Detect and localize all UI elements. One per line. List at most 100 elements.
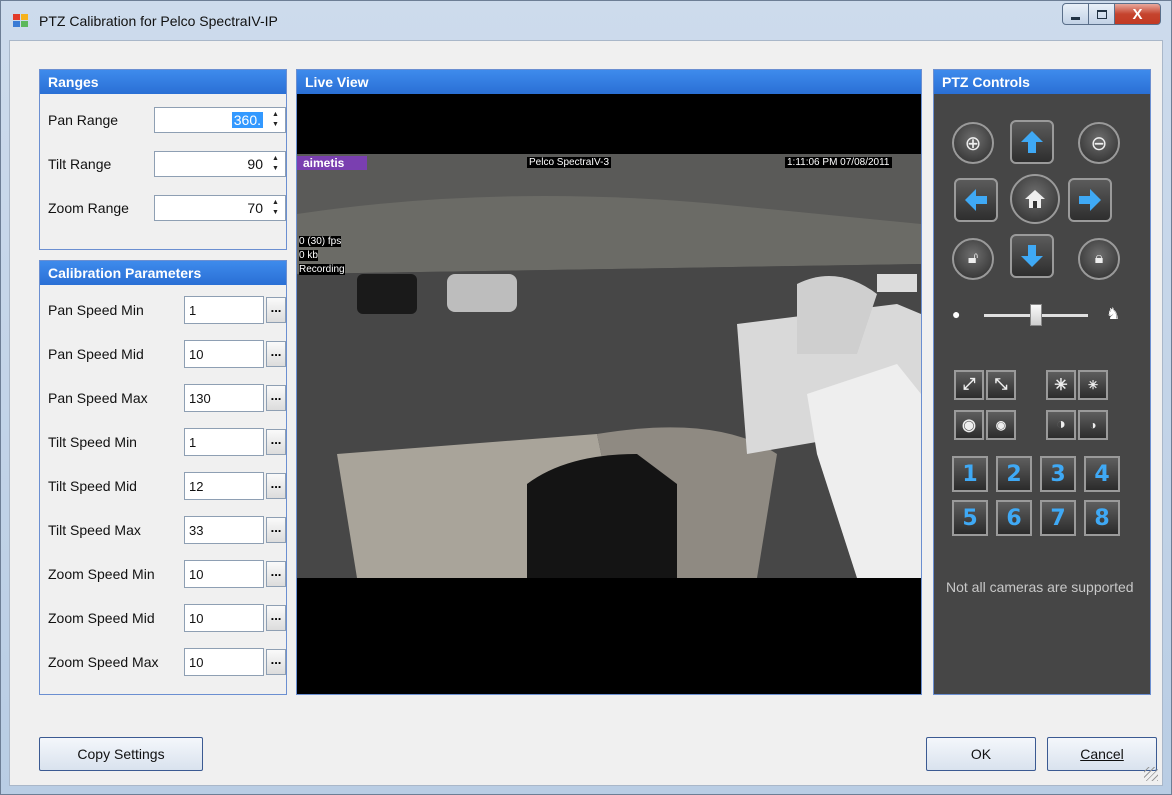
focus-near-button[interactable]: ⤡ — [986, 370, 1016, 400]
ptz-support-note: Not all cameras are supported — [946, 579, 1134, 595]
spin-down-icon[interactable]: ▼ — [268, 164, 283, 174]
pan-left-button[interactable] — [954, 178, 998, 222]
aperture-large-icon: ◉ — [962, 417, 976, 434]
pan-range-spinner[interactable]: 360. ▲ ▼ — [154, 107, 286, 133]
zoom-in-button[interactable]: ⊕ — [952, 122, 994, 164]
zoom-range-spinner[interactable]: 70 ▲ ▼ — [154, 195, 286, 221]
spin-up-icon[interactable]: ▲ — [268, 110, 283, 120]
calibration-label: Pan Speed Min — [48, 302, 144, 318]
tilt-up-button[interactable] — [1010, 120, 1054, 164]
calibration-value-input[interactable]: 12 — [184, 472, 264, 500]
home-icon — [1025, 190, 1045, 208]
ok-label: OK — [970, 746, 992, 762]
calibration-value-input[interactable]: 10 — [184, 560, 264, 588]
calibration-row: Zoom Speed Max 10... — [48, 648, 286, 676]
preset-button[interactable]: 3 — [1040, 456, 1076, 492]
browse-button[interactable]: ... — [266, 429, 286, 455]
preset-button[interactable]: 1 — [952, 456, 988, 492]
calibration-field: 10... — [184, 560, 286, 588]
calibration-value-input[interactable]: 33 — [184, 516, 264, 544]
home-button[interactable] — [1010, 174, 1060, 224]
calibration-field: 33... — [184, 516, 286, 544]
preset-button[interactable]: 8 — [1084, 500, 1120, 536]
copy-settings-button[interactable]: Copy Settings — [39, 737, 203, 771]
cancel-button[interactable]: Cancel — [1047, 737, 1157, 771]
arrow-left-icon — [965, 189, 987, 211]
tilt-down-button[interactable] — [1010, 234, 1054, 278]
zoom-out-icon: ⊖ — [1090, 132, 1108, 155]
calibration-label: Pan Speed Max — [48, 390, 148, 406]
bright-down-button[interactable]: ✳ — [1078, 370, 1108, 400]
spin-up-icon[interactable]: ▲ — [268, 198, 283, 208]
speed-slider[interactable]: ● ♞ — [948, 298, 1134, 334]
bright-up-button[interactable]: ✳ — [1046, 370, 1076, 400]
pan-range-label: Pan Range — [48, 112, 119, 128]
preset-button[interactable]: 2 — [996, 456, 1032, 492]
calibration-value-input[interactable]: 10 — [184, 340, 264, 368]
iris-open-button[interactable]: 🔓︎ — [952, 238, 994, 280]
calibration-value-input[interactable]: 10 — [184, 648, 264, 676]
preset-button[interactable]: 4 — [1084, 456, 1120, 492]
ptz-controls-header: PTZ Controls — [934, 70, 1150, 94]
spin-down-icon[interactable]: ▼ — [268, 120, 283, 130]
maximize-icon — [1096, 9, 1107, 19]
zoom-out-button[interactable]: ⊖ — [1078, 122, 1120, 164]
calibration-label: Zoom Speed Mid — [48, 610, 155, 626]
calibration-row: Pan Speed Mid 10... — [48, 340, 286, 368]
calibration-value-input[interactable]: 10 — [184, 604, 264, 632]
browse-button[interactable]: ... — [266, 297, 286, 323]
browse-button[interactable]: ... — [266, 649, 286, 675]
browse-button[interactable]: ... — [266, 605, 286, 631]
tilt-range-spinner[interactable]: 90 ▲ ▼ — [154, 151, 286, 177]
resize-grip[interactable] — [1144, 767, 1158, 781]
pan-right-button[interactable] — [1068, 178, 1112, 222]
calibration-row: Tilt Speed Mid 12... — [48, 472, 286, 500]
calibration-value-input[interactable]: 130 — [184, 384, 264, 412]
camera-scene — [297, 154, 921, 578]
contrast-large-icon: ◑ — [1056, 416, 1066, 433]
overlay-fps: 0 (30) fps — [299, 236, 342, 247]
ranges-header: Ranges — [40, 70, 286, 94]
focus-far-button[interactable]: ⤢ — [954, 370, 984, 400]
browse-button[interactable]: ... — [266, 341, 286, 367]
aperture-small-icon: ◉ — [995, 418, 1007, 432]
minimize-icon — [1071, 16, 1080, 20]
browse-button[interactable]: ... — [266, 473, 286, 499]
spin-up-icon[interactable]: ▲ — [268, 154, 283, 164]
preset-button[interactable]: 5 — [952, 500, 988, 536]
overlay-size: 0 kb — [299, 250, 318, 261]
zoom-in-icon: ⊕ — [964, 132, 982, 155]
browse-button[interactable]: ... — [266, 385, 286, 411]
app-icon — [13, 14, 29, 28]
calibration-field: 1... — [184, 296, 286, 324]
speed-slider-thumb[interactable] — [1030, 304, 1042, 326]
calibration-field: 10... — [184, 648, 286, 676]
tilt-range-label: Tilt Range — [48, 156, 112, 172]
preset-button[interactable]: 6 — [996, 500, 1032, 536]
iris-big-button[interactable]: ◉ — [954, 410, 984, 440]
overlay-status: Recording — [299, 264, 345, 275]
browse-button[interactable]: ... — [266, 517, 286, 543]
cancel-label: Cancel — [1080, 746, 1124, 762]
contrast-small-button[interactable]: ◑ — [1078, 410, 1108, 440]
arrow-up-icon — [1021, 131, 1043, 153]
spin-down-icon[interactable]: ▼ — [268, 208, 283, 218]
close-icon: X — [1132, 5, 1143, 23]
calibration-field: 10... — [184, 604, 286, 632]
arrow-right-icon — [1079, 189, 1101, 211]
close-button[interactable]: X — [1115, 3, 1161, 25]
contrast-big-button[interactable]: ◑ — [1046, 410, 1076, 440]
minimize-button[interactable] — [1062, 3, 1089, 25]
copy-settings-label: Copy Settings — [77, 746, 165, 762]
iris-close-button[interactable]: 🔒︎ — [1078, 238, 1120, 280]
live-view-header: Live View — [297, 70, 921, 94]
iris-small-button[interactable]: ◉ — [986, 410, 1016, 440]
calibration-value-input[interactable]: 1 — [184, 296, 264, 324]
ok-button[interactable]: OK — [926, 737, 1036, 771]
camera-feed[interactable]: aimetis Pelco SpectraIV-3 1:11:06 PM 07/… — [297, 154, 921, 578]
maximize-button[interactable] — [1089, 3, 1115, 25]
preset-button[interactable]: 7 — [1040, 500, 1076, 536]
calibration-label: Zoom Speed Max — [48, 654, 159, 670]
calibration-value-input[interactable]: 1 — [184, 428, 264, 456]
browse-button[interactable]: ... — [266, 561, 286, 587]
